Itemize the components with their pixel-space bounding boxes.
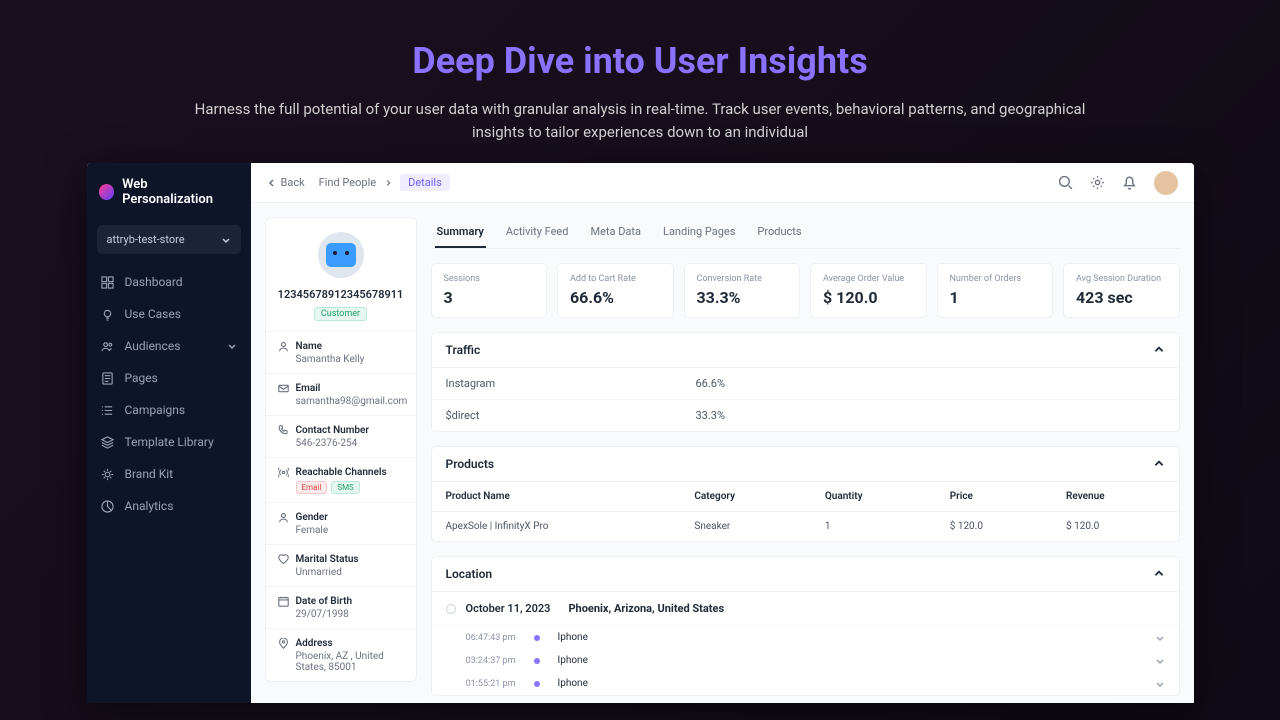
location-icon xyxy=(278,637,290,649)
sidebar-item-dashboard[interactable]: Dashboard xyxy=(87,266,251,298)
layers-icon xyxy=(101,435,115,449)
chevron-down-icon xyxy=(1155,656,1165,666)
calendar-icon xyxy=(278,595,290,607)
gender-icon xyxy=(278,511,290,523)
traffic-row: $direct33.3% xyxy=(432,399,1179,431)
hero-subtitle: Harness the full potential of your user … xyxy=(190,98,1090,143)
sidebar-item-templates[interactable]: Template Library xyxy=(87,426,251,458)
timeline-dot-icon xyxy=(534,658,540,664)
chevron-down-icon xyxy=(1155,679,1165,689)
user-id: 12345678912345678911 xyxy=(274,288,408,301)
metric-cart-rate: Add to Cart Rate66.6% xyxy=(557,263,674,318)
page-icon xyxy=(101,371,115,385)
crumb-find-people[interactable]: Find People xyxy=(319,176,376,189)
sidebar-item-usecases[interactable]: Use Cases xyxy=(87,298,251,330)
users-icon xyxy=(101,339,115,353)
tab-summary[interactable]: Summary xyxy=(435,217,486,248)
location-panel: Location October 11, 2023 Phoenix, Arizo… xyxy=(431,556,1180,696)
chevron-up-icon xyxy=(1153,344,1165,356)
grid-icon xyxy=(101,275,115,289)
metrics-row: Sessions3 Add to Cart Rate66.6% Conversi… xyxy=(431,263,1180,318)
topbar: Back Find People Details xyxy=(251,163,1194,203)
location-panel-toggle[interactable]: Location xyxy=(432,557,1179,592)
heart-icon xyxy=(278,553,290,565)
channel-sms-chip: SMS xyxy=(331,481,359,494)
nav: Dashboard Use Cases Audiences Pages Camp… xyxy=(87,266,251,703)
location-event-row[interactable]: 03:24:37 pmIphone xyxy=(432,649,1179,672)
crumb-details: Details xyxy=(400,174,450,191)
breadcrumb: Find People Details xyxy=(319,174,450,191)
tab-products[interactable]: Products xyxy=(755,217,803,248)
products-panel-toggle[interactable]: Products xyxy=(432,447,1179,482)
sidebar-item-audiences[interactable]: Audiences xyxy=(87,330,251,362)
sparkle-icon xyxy=(101,467,115,481)
store-name: attryb-test-store xyxy=(107,233,185,246)
location-event-row[interactable]: 06:47:43 pmIphone xyxy=(432,626,1179,649)
channel-email-chip: Email xyxy=(296,481,328,494)
brand-label: Web Personalization xyxy=(122,177,238,207)
tabs: Summary Activity Feed Meta Data Landing … xyxy=(431,217,1180,249)
metric-aov: Average Order Value$ 120.0 xyxy=(810,263,927,318)
chevron-down-icon xyxy=(1155,633,1165,643)
store-selector[interactable]: attryb-test-store xyxy=(97,225,241,254)
gear-icon[interactable] xyxy=(1090,175,1106,191)
broadcast-icon xyxy=(278,466,290,478)
tab-activity[interactable]: Activity Feed xyxy=(504,217,571,248)
sidebar: Web Personalization attryb-test-store Da… xyxy=(87,163,251,703)
traffic-row: Instagram66.6% xyxy=(432,368,1179,399)
user-avatar-icon xyxy=(318,232,364,278)
brand: Web Personalization xyxy=(87,163,251,221)
brand-icon xyxy=(99,184,115,200)
chevron-down-icon xyxy=(221,235,231,245)
location-event-row[interactable]: 01:55:21 pmIphone xyxy=(432,672,1179,695)
metric-conversion: Conversion Rate33.3% xyxy=(684,263,801,318)
radio-icon[interactable] xyxy=(446,604,456,614)
chevron-down-icon xyxy=(227,341,237,351)
traffic-panel: Traffic Instagram66.6% $direct33.3% xyxy=(431,332,1180,432)
app-window: Web Personalization attryb-test-store Da… xyxy=(87,163,1194,703)
phone-icon xyxy=(278,424,290,436)
user-icon xyxy=(278,340,290,352)
chevron-up-icon xyxy=(1153,458,1165,470)
tab-metadata[interactable]: Meta Data xyxy=(588,217,643,248)
table-row: ApexSole | InfinityX Pro Sneaker 1 $ 120… xyxy=(432,512,1179,542)
timeline-dot-icon xyxy=(534,681,540,687)
list-icon xyxy=(101,403,115,417)
location-header-row: October 11, 2023 Phoenix, Arizona, Unite… xyxy=(432,592,1179,626)
traffic-panel-toggle[interactable]: Traffic xyxy=(432,333,1179,368)
products-table: Product Name Category Quantity Price Rev… xyxy=(432,482,1179,541)
sidebar-item-campaigns[interactable]: Campaigns xyxy=(87,394,251,426)
status-badge: Customer xyxy=(314,307,367,321)
products-panel: Products Product Name Category Quantity … xyxy=(431,446,1180,542)
search-icon[interactable] xyxy=(1058,175,1074,191)
tab-landing[interactable]: Landing Pages xyxy=(661,217,737,248)
hero-title: Deep Dive into User Insights xyxy=(60,40,1220,82)
timeline-dot-icon xyxy=(534,635,540,641)
chevron-up-icon xyxy=(1153,568,1165,580)
metric-sessions: Sessions3 xyxy=(431,263,548,318)
back-button[interactable]: Back xyxy=(267,176,305,189)
metric-duration: Avg Session Duration423 sec xyxy=(1063,263,1180,318)
sidebar-item-analytics[interactable]: Analytics xyxy=(87,490,251,522)
bell-icon[interactable] xyxy=(1122,175,1138,191)
profile-card: 12345678912345678911 Customer NameSamant… xyxy=(265,217,417,682)
mail-icon xyxy=(278,382,290,394)
sidebar-item-brandkit[interactable]: Brand Kit xyxy=(87,458,251,490)
chevron-left-icon xyxy=(267,178,277,188)
bulb-icon xyxy=(101,307,115,321)
avatar[interactable] xyxy=(1154,171,1178,195)
sidebar-item-pages[interactable]: Pages xyxy=(87,362,251,394)
chart-icon xyxy=(101,499,115,513)
chevron-right-icon xyxy=(384,179,392,187)
main: Back Find People Details 123456789123456… xyxy=(251,163,1194,703)
metric-orders: Number of Orders1 xyxy=(937,263,1054,318)
